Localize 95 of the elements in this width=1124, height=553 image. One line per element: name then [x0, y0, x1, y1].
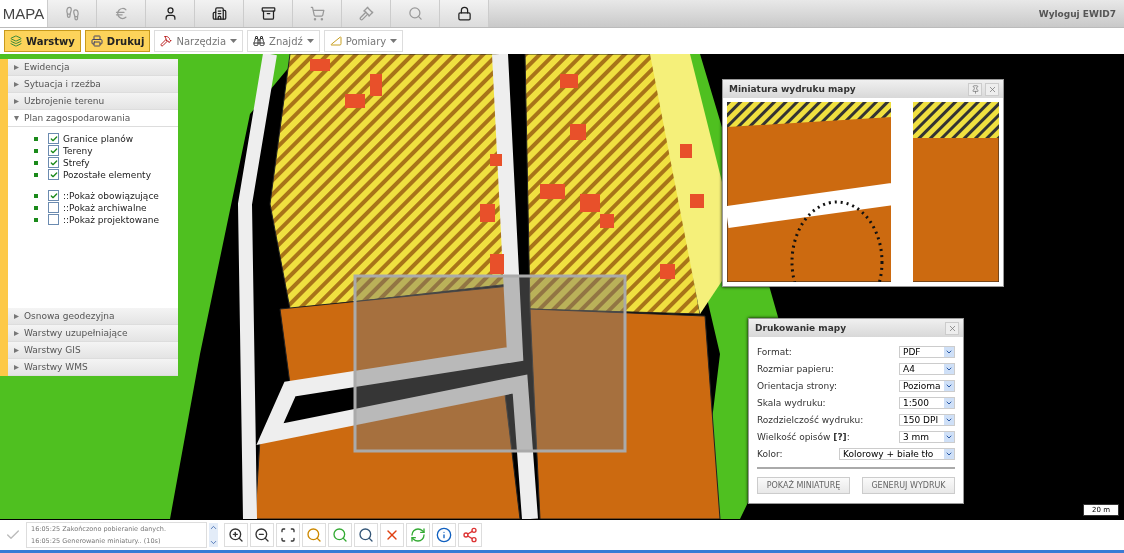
- icon-tab[interactable]: [195, 0, 244, 27]
- chevron-down-icon: [944, 449, 954, 459]
- field-label: Skala wydruku:: [757, 398, 826, 408]
- zoom-extent-button[interactable]: [276, 523, 300, 547]
- chevron-down-icon: [944, 364, 954, 374]
- check-icon: [49, 191, 58, 200]
- generate-button[interactable]: GENERUJ WYDRUK: [862, 477, 955, 494]
- close-button[interactable]: [380, 523, 404, 547]
- field-label: Rozmiar papieru:: [757, 364, 834, 374]
- layer-section-header[interactable]: Sytuacja i rzeźba: [8, 76, 178, 93]
- logout-link[interactable]: Wyloguj EWID7: [1038, 8, 1124, 19]
- pin-icon: [970, 84, 980, 94]
- layers-icon: [10, 35, 22, 47]
- info-button[interactable]: [432, 523, 456, 547]
- chevron-down-icon: [944, 398, 954, 408]
- window-title: Miniatura wydruku mapy: [729, 84, 857, 94]
- zoom-in-icon: [228, 527, 244, 543]
- lock-icon: [456, 6, 472, 21]
- select-field[interactable]: 3 mm: [899, 431, 955, 443]
- layer-section-header[interactable]: Uzbrojenie terenu: [8, 93, 178, 110]
- layer-section-header[interactable]: Warstwy GIS: [8, 342, 178, 359]
- caret-icon: [14, 115, 19, 121]
- caret-icon: [14, 81, 19, 87]
- field-label: Rozdzielczość wydruku:: [757, 415, 864, 425]
- chevron-down-icon: [944, 415, 954, 425]
- layer-item[interactable]: Granice planów: [34, 133, 178, 144]
- layer-item[interactable]: ::Pokaż projektowane: [34, 214, 178, 225]
- select-field[interactable]: 1:500: [899, 397, 955, 409]
- layer-item[interactable]: ::Pokaż obowiązujące: [34, 190, 178, 201]
- layer-section-header[interactable]: Osnowa geodezyjna: [8, 308, 178, 325]
- euro-icon: [113, 6, 129, 21]
- preview-button[interactable]: POKAŻ MINIATURĘ: [757, 477, 850, 494]
- chevron-down-icon: [944, 432, 954, 442]
- binoculars-icon: [253, 35, 266, 47]
- chevron-up-icon: [209, 523, 218, 532]
- icon-tab[interactable]: [244, 0, 293, 27]
- toolbar-button[interactable]: Znajdź: [247, 30, 320, 52]
- close-icon: [987, 84, 997, 94]
- chevron-down-icon: [944, 347, 954, 357]
- zoom-out-button[interactable]: [250, 523, 274, 547]
- close-icon: [947, 323, 957, 333]
- refresh-icon: [410, 527, 426, 543]
- chevron-down-icon: [209, 538, 218, 547]
- caret-icon: [14, 347, 19, 353]
- cart-icon: [309, 6, 325, 21]
- field-label: Format:: [757, 347, 792, 357]
- layer-item[interactable]: Strefy: [34, 157, 178, 168]
- select-field[interactable]: 150 DPI: [899, 414, 955, 426]
- layer-item[interactable]: ::Pokaż archiwalne: [34, 202, 178, 213]
- field-label: Kolor:: [757, 449, 783, 459]
- select-field[interactable]: Pozioma: [899, 380, 955, 392]
- icon-tab[interactable]: [146, 0, 195, 27]
- zoom-out-icon: [254, 527, 270, 543]
- zoom-extent-icon: [280, 527, 296, 543]
- select-field[interactable]: A4: [899, 363, 955, 375]
- zoom-previous-button[interactable]: [302, 523, 326, 547]
- toolbar-button[interactable]: Warstwy: [4, 30, 81, 52]
- log-scrollbar[interactable]: [209, 523, 218, 547]
- window-title: Drukowanie mapy: [755, 323, 848, 333]
- field-label: Orientacja strony:: [757, 381, 838, 391]
- search-icon: [407, 6, 423, 21]
- pin-button[interactable]: [968, 82, 982, 96]
- ruler-icon: [329, 35, 342, 47]
- layer-section-header[interactable]: Warstwy uzupełniające: [8, 325, 178, 342]
- nodes-icon: [462, 527, 478, 543]
- caret-icon: [14, 330, 19, 336]
- buildings-icon: [211, 6, 227, 21]
- chevron-down-icon: [944, 381, 954, 391]
- person-icon: [162, 6, 178, 21]
- tools-icon: [160, 35, 173, 47]
- field-label: Wielkość opisów [?]:: [757, 432, 850, 442]
- close-button[interactable]: [985, 82, 999, 96]
- caret-icon: [14, 313, 19, 319]
- toolbar-button[interactable]: Drukuj: [84, 30, 151, 52]
- refresh-button[interactable]: [406, 523, 430, 547]
- printer-icon: [90, 35, 103, 47]
- caret-icon: [14, 64, 19, 70]
- icon-tab[interactable]: [440, 0, 489, 27]
- layer-section-header[interactable]: Ewidencja: [8, 59, 178, 76]
- mapa-tab[interactable]: MAPA: [0, 0, 48, 27]
- select-field[interactable]: PDF: [899, 346, 955, 358]
- layer-item[interactable]: Pozostałe elementy: [34, 169, 178, 180]
- nodes-button[interactable]: [458, 523, 482, 547]
- gavel-icon: [358, 6, 374, 21]
- layer-section-header[interactable]: Warstwy WMS: [8, 359, 178, 376]
- toolbar-button[interactable]: Pomiary: [323, 30, 404, 52]
- caret-icon: [14, 364, 19, 370]
- layer-item[interactable]: Tereny: [34, 145, 178, 156]
- select-field[interactable]: Kolorowy + białe tło: [839, 448, 955, 460]
- zoom-window-button[interactable]: [354, 523, 378, 547]
- zoom-in-button[interactable]: [224, 523, 248, 547]
- caret-icon: [14, 98, 19, 104]
- info-icon: [436, 527, 452, 543]
- toolbar-button[interactable]: Narzędzia: [154, 30, 244, 52]
- close-button[interactable]: [945, 321, 959, 335]
